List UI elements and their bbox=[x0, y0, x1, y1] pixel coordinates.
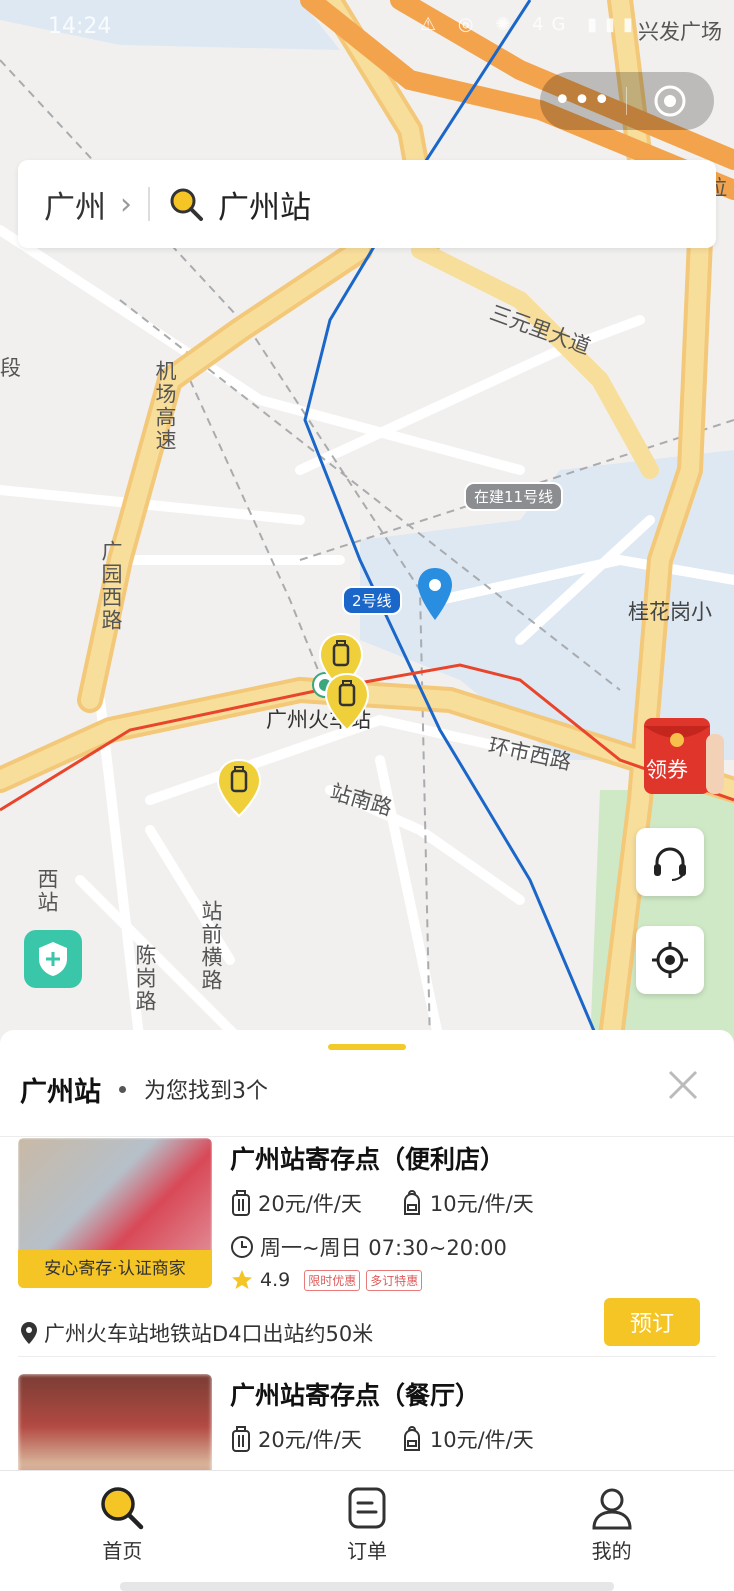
search-bar[interactable]: 广州 › 广州站 bbox=[18, 160, 716, 248]
opening-hours-1: 周一~周日 07:30~20:00 bbox=[260, 1236, 507, 1260]
chevron-right-icon: › bbox=[120, 186, 132, 222]
crosshair-icon bbox=[652, 942, 688, 978]
line2-badge: 2号线 bbox=[342, 586, 402, 615]
home-indicator bbox=[120, 1582, 614, 1591]
price-row-2: 20元/件/天 10元/件/天 bbox=[230, 1424, 534, 1454]
hours-row-1: 周一~周日 07:30~20:00 bbox=[230, 1232, 507, 1262]
map-label-guangyuan: 广园西路 bbox=[99, 540, 123, 632]
rating-row-1: 4.9 限时优惠 多订特惠 bbox=[230, 1268, 423, 1292]
book-button-1[interactable]: 预订 bbox=[604, 1298, 700, 1346]
storage-card-1[interactable]: 安心寄存·认证商家 广州站寄存点（便利店） 20元/件/天 10元/件/天 周一… bbox=[18, 1138, 716, 1348]
locate-me-button[interactable] bbox=[636, 926, 704, 994]
rating-value-1: 4.9 bbox=[260, 1269, 291, 1291]
backpack-icon bbox=[403, 1190, 420, 1215]
tab-orders[interactable]: 订单 bbox=[245, 1471, 490, 1591]
map-label-xizhan: 西站 bbox=[35, 868, 59, 914]
map-view[interactable]: 14:24 ⚠ ◎ ✺ 4G ▮▮▮ 兴发广场 拉 段 三元里大道 机场高速 广… bbox=[0, 0, 734, 1045]
customer-service-button[interactable] bbox=[636, 828, 704, 896]
star-icon bbox=[232, 1270, 252, 1289]
bottom-tab-bar: 首页 订单 我的 bbox=[0, 1470, 734, 1591]
search-icon bbox=[170, 188, 203, 221]
map-label-jichang: 机场高速 bbox=[153, 360, 177, 452]
verified-badge: 安心寄存·认证商家 bbox=[18, 1250, 212, 1288]
address-text-1: 广州火车站地铁站D4口出站约50米 bbox=[44, 1322, 374, 1346]
storage-card-2[interactable]: 广州站寄存点（餐厅） 20元/件/天 10元/件/天 bbox=[18, 1374, 716, 1470]
luggage-marker-3[interactable] bbox=[216, 758, 262, 818]
sheet-title: 广州站 bbox=[20, 1076, 101, 1108]
miniprogram-capsule: ••• bbox=[540, 72, 714, 130]
separator-dot bbox=[119, 1085, 126, 1093]
search-input[interactable]: 广州站 bbox=[218, 182, 311, 227]
address-row-1: 广州火车站地铁站D4口出站约50米 bbox=[20, 1318, 373, 1348]
headset-icon bbox=[654, 847, 686, 881]
order-icon bbox=[348, 1487, 386, 1529]
suitcase-icon bbox=[232, 1190, 250, 1216]
shield-plus-icon bbox=[39, 942, 67, 976]
map-roads bbox=[0, 0, 734, 1045]
insurance-button[interactable] bbox=[24, 930, 82, 988]
search-icon bbox=[101, 1487, 144, 1530]
price-large-2: 20元/件/天 bbox=[258, 1428, 362, 1452]
city-selector[interactable]: 广州 bbox=[44, 182, 106, 227]
promo-tag-multi: 多订特惠 bbox=[366, 1269, 423, 1291]
sheet-header: 广州站 为您找到3个 bbox=[20, 1064, 714, 1114]
backpack-icon bbox=[403, 1426, 420, 1451]
location-icon bbox=[21, 1322, 37, 1344]
user-icon bbox=[592, 1488, 632, 1530]
tab-profile[interactable]: 我的 bbox=[489, 1471, 734, 1591]
map-label-chengang: 陈岗路 bbox=[133, 944, 157, 1013]
card-divider bbox=[18, 1356, 716, 1357]
close-icon[interactable] bbox=[664, 1066, 704, 1106]
location-pin-icon bbox=[418, 568, 452, 620]
price-large-1: 20元/件/天 bbox=[258, 1192, 362, 1216]
line11-badge: 在建11号线 bbox=[464, 482, 564, 511]
status-icons: ⚠ ◎ ✺ 4G ▮▮▮ bbox=[420, 14, 641, 35]
storage-name-1: 广州站寄存点（便利店） bbox=[230, 1145, 506, 1174]
coupon-label: 领券 bbox=[646, 758, 688, 782]
map-label-duan: 段 bbox=[0, 356, 21, 380]
result-count: 为您找到3个 bbox=[144, 1079, 268, 1104]
map-label-xingfa: 兴发广场 bbox=[638, 20, 722, 44]
promo-tag-limited: 限时优惠 bbox=[304, 1269, 361, 1291]
header-divider bbox=[0, 1136, 734, 1137]
map-label-zhanqian: 站前横路 bbox=[199, 900, 223, 992]
clock-icon bbox=[231, 1236, 253, 1258]
coupon-red-packet[interactable]: 领券 bbox=[640, 714, 724, 798]
storage-name-2: 广州站寄存点（餐厅） bbox=[230, 1381, 481, 1410]
storage-photo-2 bbox=[18, 1374, 212, 1470]
price-small-1: 10元/件/天 bbox=[429, 1192, 534, 1216]
close-miniprogram-button[interactable] bbox=[627, 84, 713, 118]
luggage-marker-2[interactable] bbox=[324, 672, 370, 732]
sheet-drag-handle[interactable] bbox=[328, 1044, 406, 1050]
tab-label-home: 首页 bbox=[102, 1539, 143, 1563]
suitcase-icon bbox=[232, 1426, 250, 1452]
search-divider bbox=[148, 187, 150, 221]
status-time: 14:24 bbox=[48, 14, 112, 39]
more-menu-button[interactable]: ••• bbox=[540, 72, 626, 130]
storage-photo-1: 安心寄存·认证商家 bbox=[18, 1138, 212, 1288]
tab-label-profile: 我的 bbox=[591, 1539, 632, 1563]
map-label-guihuagang: 桂花岗小 bbox=[628, 600, 712, 624]
tab-home[interactable]: 首页 bbox=[0, 1471, 245, 1591]
price-row-1: 20元/件/天 10元/件/天 bbox=[230, 1188, 534, 1218]
tab-label-orders: 订单 bbox=[347, 1539, 387, 1563]
price-small-2: 10元/件/天 bbox=[429, 1428, 534, 1452]
target-circle-icon bbox=[654, 85, 686, 117]
